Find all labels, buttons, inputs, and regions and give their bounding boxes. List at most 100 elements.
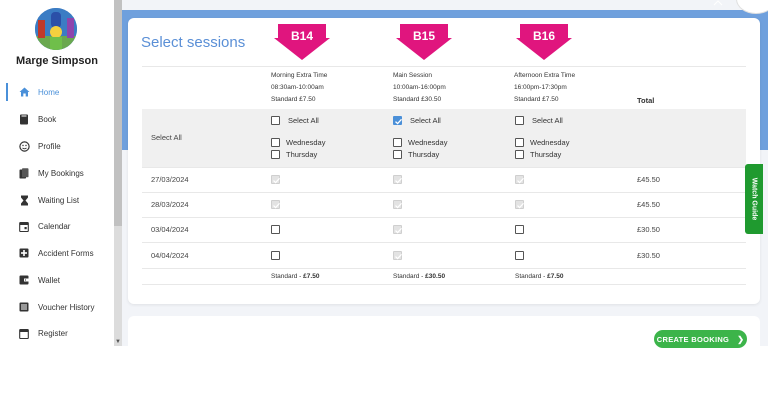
create-booking-label: CREATE BOOKING: [656, 334, 730, 344]
sidebar-item-label: Calendar: [38, 221, 71, 231]
session-checkbox[interactable]: [271, 251, 280, 260]
divider: [142, 167, 746, 168]
session-name: Afternoon Extra Time: [514, 72, 576, 79]
session-info-b15: Main Session 10:00am-16:00pm Standard £3…: [393, 70, 446, 106]
session-checkbox[interactable]: [393, 225, 402, 234]
session-badge-b16: B16: [516, 24, 572, 60]
sidebar: Marge Simpson Home Book Profile My Booki…: [0, 0, 114, 346]
thursday-checkbox-b14[interactable]: [271, 150, 280, 159]
session-checkbox[interactable]: [393, 175, 402, 184]
thursday-label: Thursday: [286, 150, 318, 159]
sidebar-item-home[interactable]: Home: [0, 81, 114, 103]
row-date: 04/04/2024: [151, 251, 189, 260]
sidebar-item-label: Register: [38, 328, 68, 338]
footer-price-b15: Standard - £30.50: [393, 273, 445, 280]
divider: [142, 192, 746, 193]
session-price: Standard £7.50: [514, 96, 559, 103]
active-indicator: [6, 83, 8, 101]
select-all-label: Select All: [288, 116, 319, 125]
session-badge-label: B14: [290, 29, 313, 43]
scroll-down-arrow-icon[interactable]: ▼: [114, 338, 122, 346]
row-total: £30.50: [637, 251, 660, 260]
select-all-checkbox-b16[interactable]: [515, 116, 524, 125]
wednesday-label: Wednesday: [286, 138, 326, 147]
session-time: 10:00am-16:00pm: [393, 84, 446, 91]
wednesday-checkbox-b15[interactable]: [393, 138, 402, 147]
sidebar-item-label: Accident Forms: [38, 248, 94, 258]
wednesday-label: Wednesday: [530, 138, 570, 147]
session-checkbox[interactable]: [515, 175, 524, 184]
sidebar-item-waiting-list[interactable]: Waiting List: [0, 189, 114, 211]
thursday-checkbox-b16[interactable]: [515, 150, 524, 159]
sidebar-item-register[interactable]: Register: [0, 322, 114, 344]
list-icon: [18, 301, 30, 313]
session-time: 08:30am-10:00am: [271, 84, 324, 91]
row-date: 27/03/2024: [151, 175, 189, 184]
divider: [142, 284, 746, 285]
footer-price-label: Standard -: [515, 273, 548, 280]
select-all-checkbox-b15[interactable]: [393, 116, 402, 125]
session-badge-b15: B15: [396, 24, 452, 60]
thursday-label: Thursday: [408, 150, 440, 159]
avatar[interactable]: [35, 8, 77, 50]
notification-icon[interactable]: [713, 0, 723, 6]
sidebar-item-my-bookings[interactable]: My Bookings: [0, 162, 114, 184]
session-checkbox[interactable]: [515, 225, 524, 234]
book-icon: [18, 113, 30, 125]
home-icon: [18, 86, 30, 98]
sidebar-item-label: Book: [38, 114, 57, 124]
divider: [142, 217, 746, 218]
row-date: 03/04/2024: [151, 225, 189, 234]
row-total: £45.50: [637, 175, 660, 184]
session-badge-label: B16: [532, 29, 555, 43]
thursday-label: Thursday: [530, 150, 562, 159]
session-checkbox[interactable]: [271, 175, 280, 184]
sidebar-item-wallet[interactable]: Wallet: [0, 269, 114, 291]
total-column-header: Total: [637, 96, 655, 105]
bookings-icon: [18, 167, 30, 179]
session-name: Main Session: [393, 72, 433, 79]
header-curve: [122, 0, 768, 10]
wednesday-checkbox-b14[interactable]: [271, 138, 280, 147]
footer-price-value: £30.50: [425, 273, 446, 280]
sidebar-item-accident-forms[interactable]: Accident Forms: [0, 242, 114, 264]
sidebar-item-label: Profile: [38, 141, 61, 151]
select-all-label: Select All: [410, 116, 441, 125]
footer-price-b16: Standard - £7.50: [515, 273, 563, 280]
session-checkbox[interactable]: [393, 200, 402, 209]
profile-icon: [18, 140, 30, 152]
hourglass-icon: [18, 194, 30, 206]
session-checkbox[interactable]: [271, 200, 280, 209]
sidebar-item-label: Home: [38, 87, 60, 97]
row-total: £45.50: [637, 200, 660, 209]
sidebar-scrollbar-thumb[interactable]: [114, 0, 122, 226]
select-all-checkbox-b14[interactable]: [271, 116, 280, 125]
register-icon: [18, 327, 30, 339]
create-booking-button[interactable]: CREATE BOOKING ❯: [654, 330, 747, 348]
sidebar-item-label: My Bookings: [38, 168, 84, 178]
thursday-checkbox-b15[interactable]: [393, 150, 402, 159]
footer-price-value: £7.50: [547, 273, 564, 280]
session-info-b14: Morning Extra Time 08:30am-10:00am Stand…: [271, 70, 327, 106]
session-checkbox[interactable]: [515, 200, 524, 209]
app-window: Marge Simpson Home Book Profile My Booki…: [0, 0, 768, 394]
session-checkbox[interactable]: [271, 225, 280, 234]
session-badge-b14: B14: [274, 24, 330, 60]
wednesday-checkbox-b16[interactable]: [515, 138, 524, 147]
sidebar-item-calendar[interactable]: Calendar: [0, 215, 114, 237]
session-checkbox[interactable]: [515, 251, 524, 260]
medical-cross-icon: [18, 247, 30, 259]
divider: [142, 66, 746, 67]
session-badge-label: B15: [412, 29, 435, 43]
session-price: Standard £30.50: [393, 96, 442, 103]
session-price: Standard £7.50: [271, 96, 316, 103]
session-name: Morning Extra Time: [271, 72, 328, 79]
sidebar-item-voucher-history[interactable]: Voucher History: [0, 296, 114, 318]
sidebar-item-profile[interactable]: Profile: [0, 135, 114, 157]
watch-guide-tab[interactable]: Watch Guide: [745, 164, 763, 234]
divider: [142, 268, 746, 269]
row-total: £30.50: [637, 225, 660, 234]
sidebar-item-book[interactable]: Book: [0, 108, 114, 130]
footer-price-value: £7.50: [303, 273, 320, 280]
session-checkbox[interactable]: [393, 251, 402, 260]
